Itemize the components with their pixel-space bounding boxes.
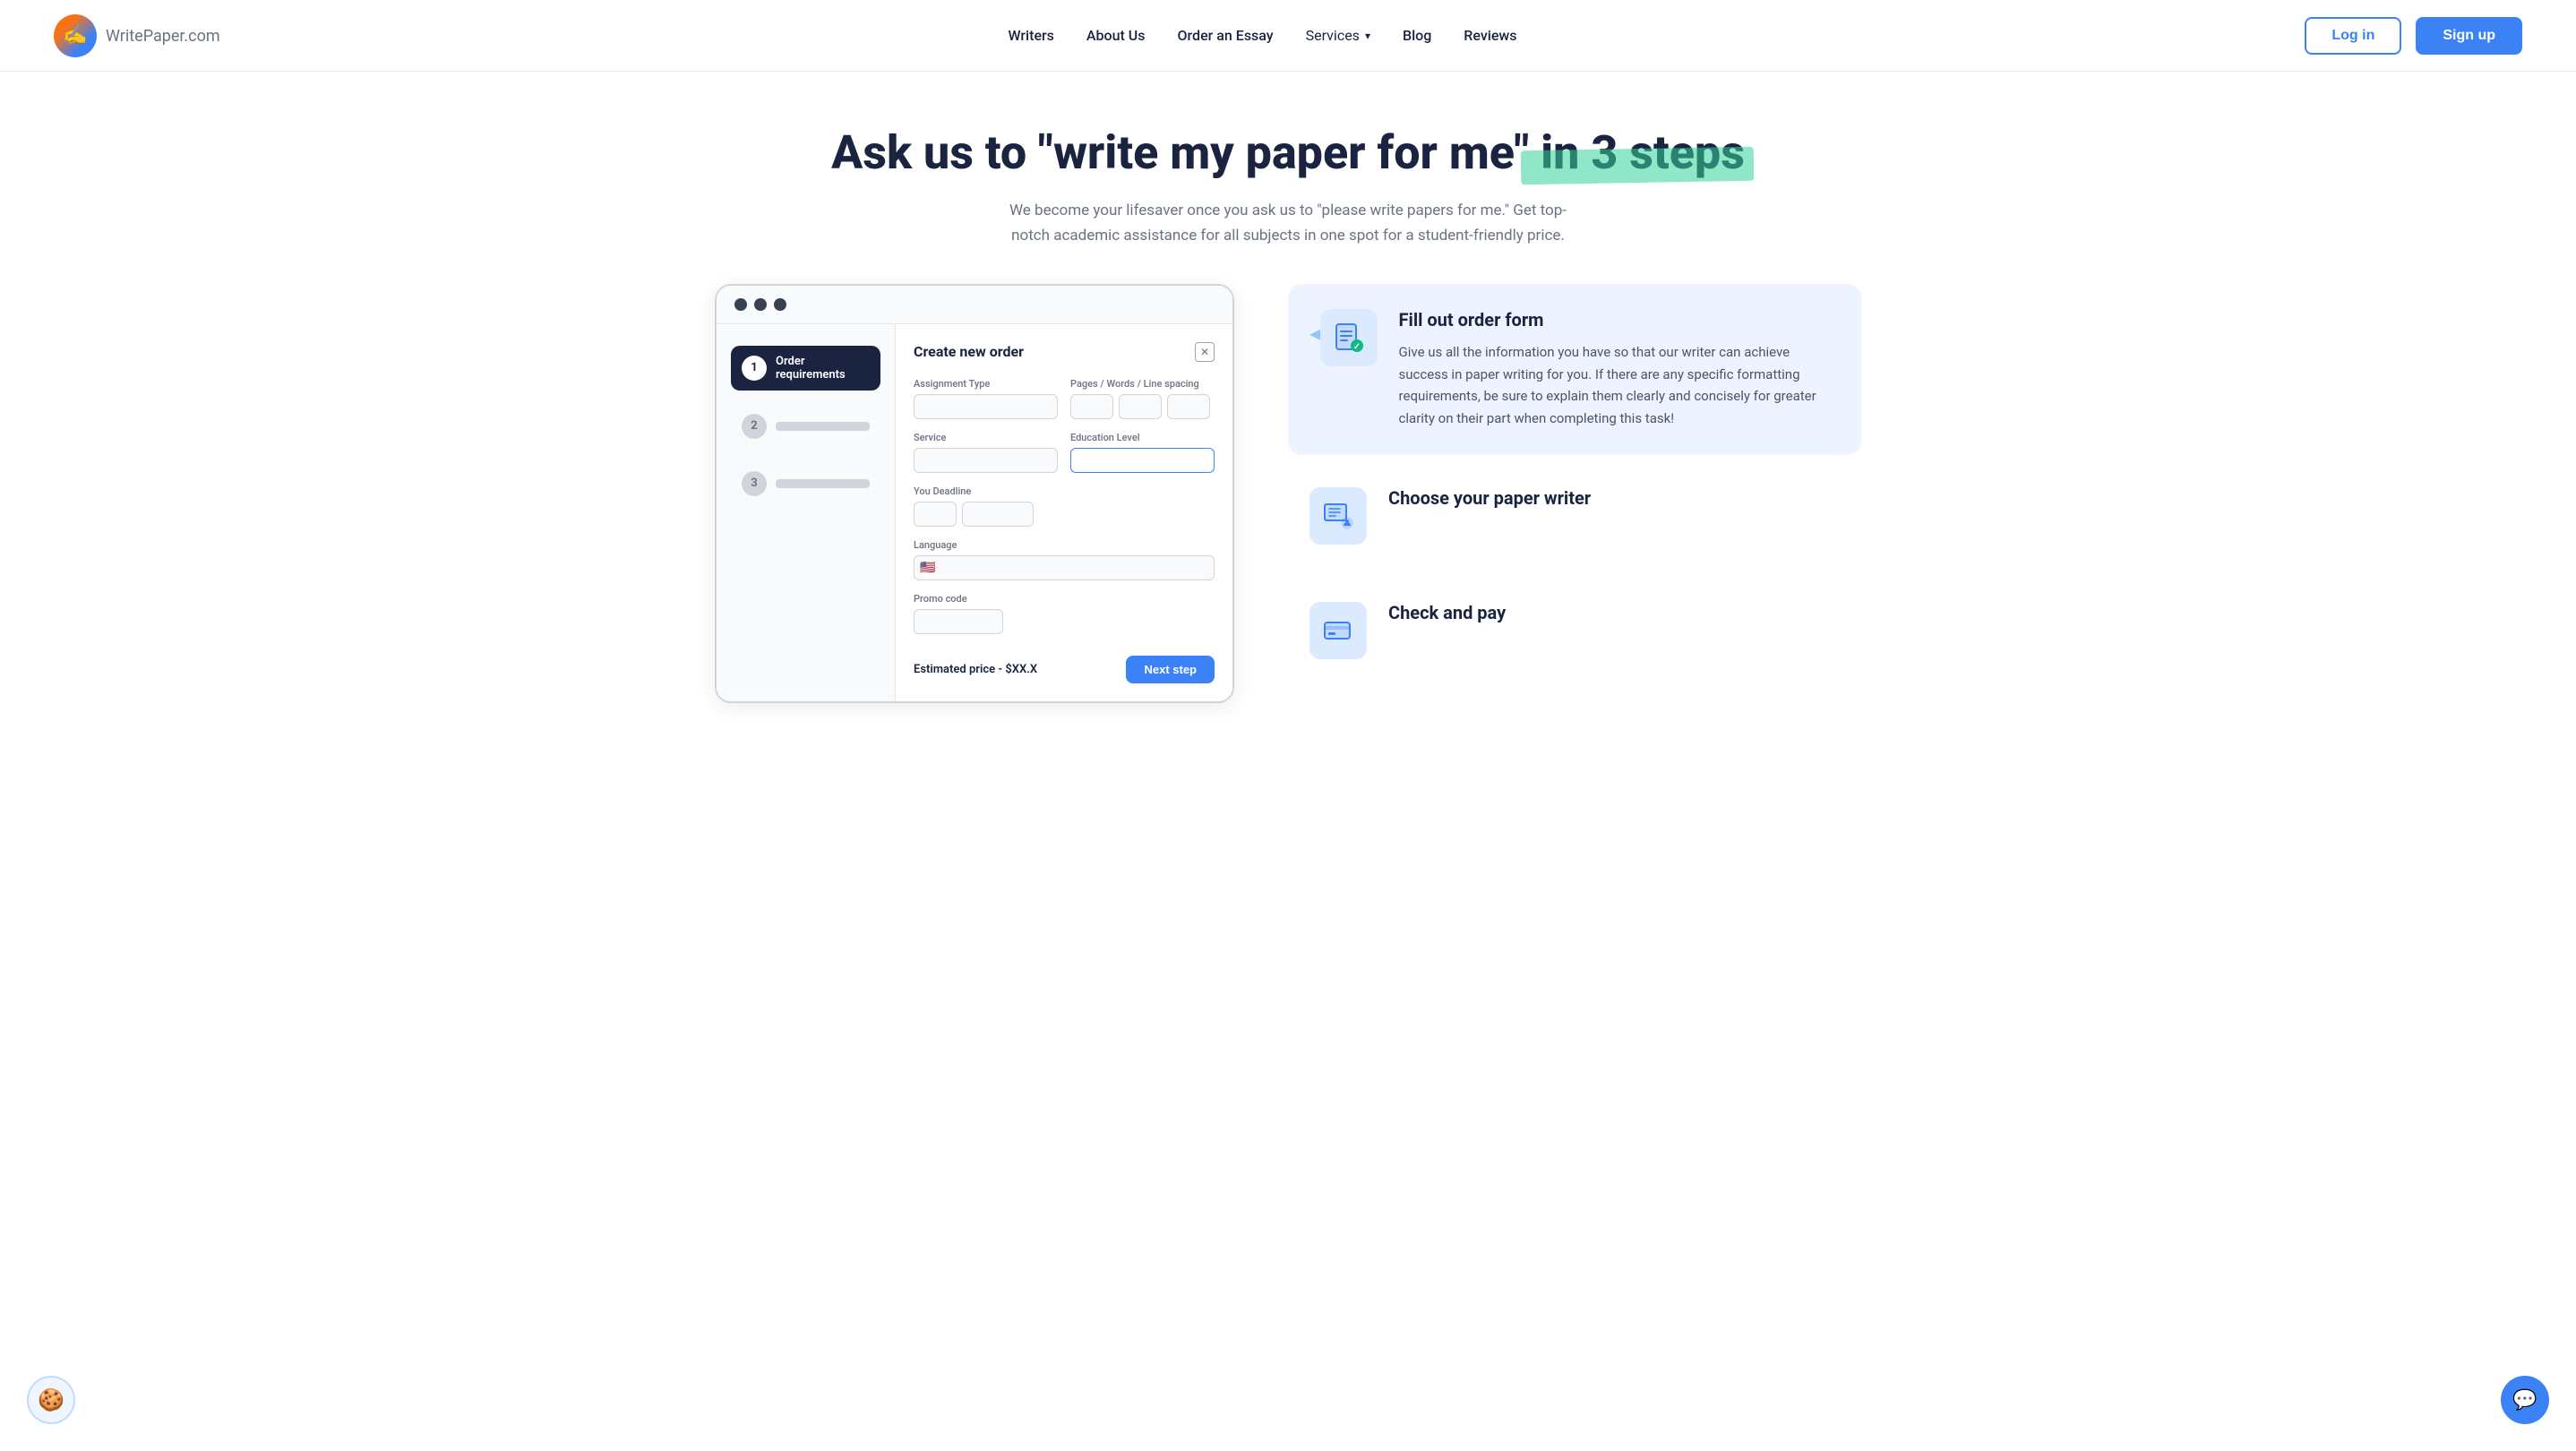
form-header: Create new order ✕ bbox=[914, 342, 1215, 362]
step-2-num: 2 bbox=[742, 414, 767, 439]
choose-writer-icon-wrap bbox=[1309, 487, 1367, 545]
nav-writers[interactable]: Writers bbox=[1008, 27, 1053, 44]
hero-title: Ask us to "write my paper for me" in 3 s… bbox=[831, 125, 1745, 181]
promo-field: Promo code bbox=[914, 593, 1215, 634]
language-field: Language 🇺🇸 bbox=[914, 539, 1215, 580]
step-2-item: 2 bbox=[731, 405, 880, 448]
logo-link[interactable]: ✍ WritePaper.com bbox=[54, 14, 220, 57]
fill-form-content: Fill out order form Give us all the info… bbox=[1399, 309, 1840, 430]
service-field: Service bbox=[914, 432, 1058, 473]
highlight-decoration bbox=[1521, 147, 1755, 185]
nav-reviews[interactable]: Reviews bbox=[1464, 27, 1516, 44]
fill-form-title: Fill out order form bbox=[1399, 309, 1840, 331]
logo-icon: ✍ bbox=[54, 14, 97, 57]
step-1-num: 1 bbox=[742, 356, 767, 381]
login-button[interactable]: Log in bbox=[2305, 17, 2401, 55]
pages-input[interactable] bbox=[1070, 394, 1113, 419]
form-title: Create new order bbox=[914, 343, 1024, 360]
words-input[interactable] bbox=[1119, 394, 1162, 419]
mockup-body: 1 Order requirements 2 3 Create new orde… bbox=[717, 324, 1232, 701]
deadline-time[interactable] bbox=[962, 502, 1034, 527]
nav-auth: Log in Sign up bbox=[2305, 17, 2522, 55]
hero-section: Ask us to "write my paper for me" in 3 s… bbox=[0, 72, 2576, 284]
deadline-label: You Deadline bbox=[914, 485, 1215, 497]
fill-form-icon-wrap: ✓ bbox=[1320, 309, 1378, 366]
deadline-date[interactable] bbox=[914, 502, 957, 527]
step-choose-writer: Choose your paper writer bbox=[1288, 462, 1861, 570]
promo-input[interactable] bbox=[914, 609, 1003, 634]
check-pay-icon-wrap bbox=[1309, 602, 1367, 659]
navbar: ✍ WritePaper.com Writers About Us Order … bbox=[0, 0, 2576, 72]
mockup-titlebar bbox=[717, 286, 1232, 324]
cookie-icon: 🍪 bbox=[38, 1387, 64, 1412]
assignment-type-input[interactable] bbox=[914, 394, 1058, 419]
check-pay-title: Check and pay bbox=[1388, 602, 1506, 623]
service-label: Service bbox=[914, 432, 1058, 443]
form-footer: Estimated price - $XX.X Next step bbox=[914, 647, 1215, 683]
assignment-type-field: Assignment Type bbox=[914, 378, 1058, 419]
logo-text: WritePaper.com bbox=[106, 24, 220, 47]
choose-writer-icon bbox=[1322, 500, 1354, 532]
window-dot-2 bbox=[754, 298, 767, 311]
step-3-item: 3 bbox=[731, 462, 880, 505]
assignment-type-label: Assignment Type bbox=[914, 378, 1058, 390]
main-content: 1 Order requirements 2 3 Create new orde… bbox=[661, 284, 1915, 757]
step-fill-form: ◀ ✓ Fill out order form Give us all the bbox=[1288, 284, 1861, 455]
steps-info: ◀ ✓ Fill out order form Give us all the bbox=[1288, 284, 1861, 691]
language-input[interactable]: 🇺🇸 bbox=[914, 555, 1215, 580]
step-1-item: 1 Order requirements bbox=[731, 346, 880, 391]
education-level-field: Education Level bbox=[1070, 432, 1215, 473]
close-button[interactable]: ✕ bbox=[1195, 342, 1215, 362]
education-level-label: Education Level bbox=[1070, 432, 1215, 443]
form-row-1: Assignment Type Pages / Words / Line spa… bbox=[914, 378, 1215, 419]
form-row-4: Language 🇺🇸 bbox=[914, 539, 1215, 580]
pages-field: Pages / Words / Line spacing bbox=[1070, 378, 1215, 419]
order-form-mockup: 1 Order requirements 2 3 Create new orde… bbox=[715, 284, 1234, 703]
fill-form-description: Give us all the information you have so … bbox=[1399, 341, 1840, 430]
chat-button[interactable]: 💬 bbox=[2501, 1376, 2549, 1424]
check-pay-icon bbox=[1322, 614, 1354, 647]
window-dot-3 bbox=[774, 298, 786, 311]
pages-label: Pages / Words / Line spacing bbox=[1070, 378, 1215, 390]
step-3-bar bbox=[776, 479, 870, 488]
window-dot-1 bbox=[734, 298, 747, 311]
spacing-input[interactable] bbox=[1167, 394, 1210, 419]
chat-icon: 💬 bbox=[2512, 1389, 2537, 1412]
cookie-button[interactable]: 🍪 bbox=[27, 1376, 75, 1424]
form-row-5: Promo code bbox=[914, 593, 1215, 634]
step-check-pay: Check and pay bbox=[1288, 577, 1861, 684]
next-step-button[interactable]: Next step bbox=[1126, 656, 1215, 683]
chevron-down-icon: ▾ bbox=[1365, 30, 1370, 42]
choose-writer-content: Choose your paper writer bbox=[1388, 487, 1591, 519]
choose-writer-title: Choose your paper writer bbox=[1388, 487, 1591, 509]
deadline-inputs bbox=[914, 502, 1215, 527]
pages-row bbox=[1070, 394, 1215, 419]
nav-about[interactable]: About Us bbox=[1086, 27, 1146, 44]
service-input[interactable] bbox=[914, 448, 1058, 473]
nav-links: Writers About Us Order an Essay Services… bbox=[1008, 27, 1516, 44]
promo-label: Promo code bbox=[914, 593, 1215, 605]
check-pay-content: Check and pay bbox=[1388, 602, 1506, 634]
mockup-form-content: Create new order ✕ Assignment Type Pages… bbox=[896, 324, 1232, 701]
step-1-label: Order requirements bbox=[776, 355, 870, 382]
language-label: Language bbox=[914, 539, 1215, 551]
deadline-field: You Deadline bbox=[914, 485, 1215, 527]
fill-form-icon: ✓ bbox=[1333, 322, 1365, 354]
nav-order-essay[interactable]: Order an Essay bbox=[1178, 27, 1274, 44]
step-3-num: 3 bbox=[742, 471, 767, 496]
step-2-bar bbox=[776, 422, 870, 431]
education-level-input[interactable] bbox=[1070, 448, 1215, 473]
nav-services[interactable]: Services ▾ bbox=[1306, 27, 1370, 44]
estimated-price: Estimated price - $XX.X bbox=[914, 663, 1037, 676]
svg-text:✓: ✓ bbox=[1352, 342, 1360, 352]
hero-subtitle: We become your lifesaver once you ask us… bbox=[1001, 199, 1575, 247]
form-row-3: You Deadline bbox=[914, 485, 1215, 527]
signup-button[interactable]: Sign up bbox=[2416, 17, 2522, 55]
nav-blog[interactable]: Blog bbox=[1403, 27, 1431, 44]
form-row-2: Service Education Level bbox=[914, 432, 1215, 473]
mockup-sidebar: 1 Order requirements 2 3 bbox=[717, 324, 896, 701]
